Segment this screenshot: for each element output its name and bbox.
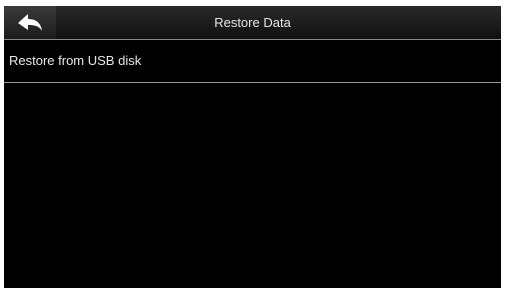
restore-from-usb-item[interactable]: Restore from USB disk — [4, 40, 501, 83]
title-bar: Restore Data — [4, 6, 501, 40]
back-button[interactable] — [4, 6, 56, 39]
menu-list: Restore from USB disk — [4, 40, 501, 83]
device-screen: Restore Data Restore from USB disk — [4, 6, 501, 288]
back-arrow-icon — [16, 13, 44, 33]
page-title: Restore Data — [214, 15, 291, 30]
